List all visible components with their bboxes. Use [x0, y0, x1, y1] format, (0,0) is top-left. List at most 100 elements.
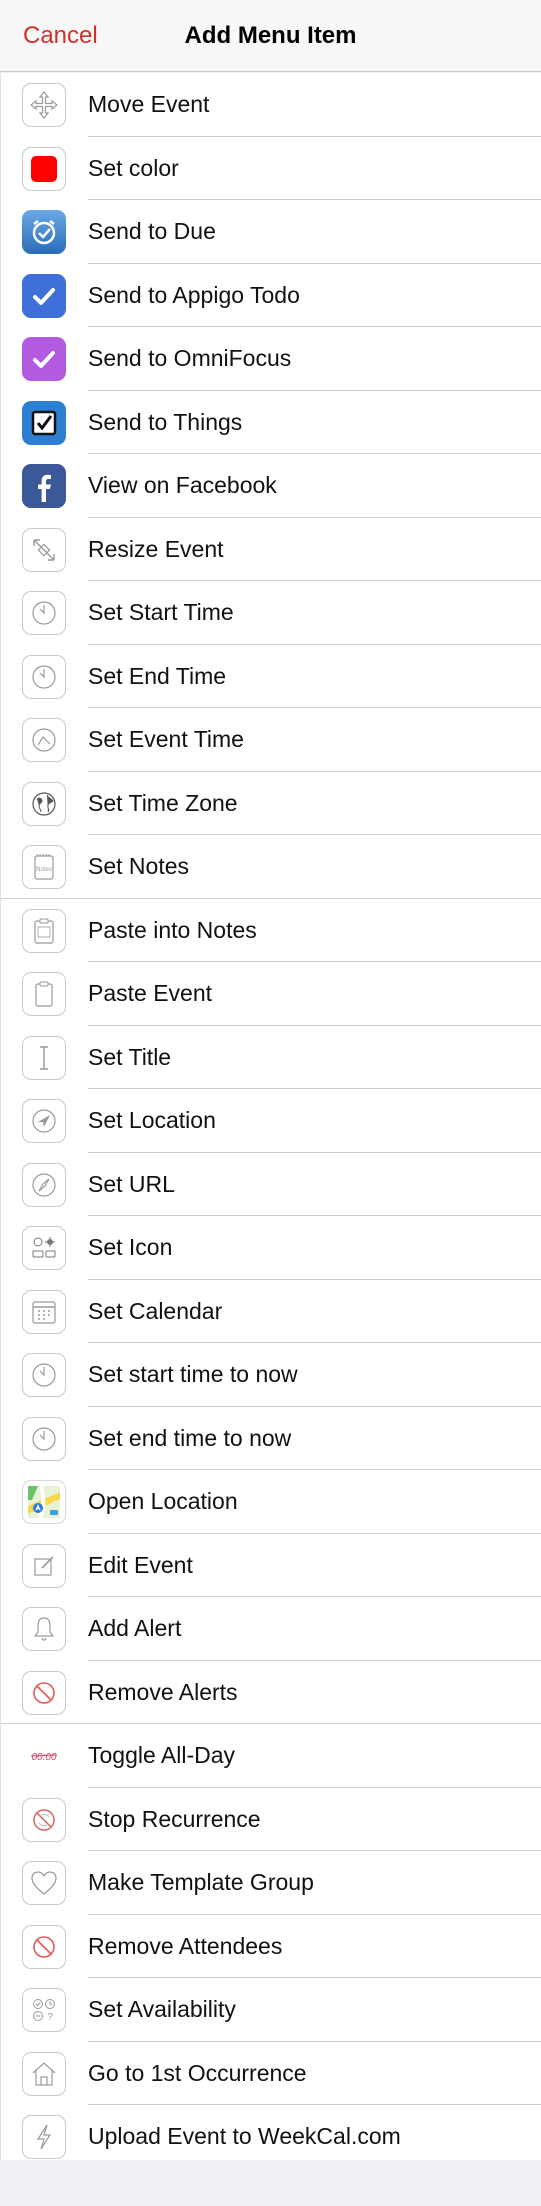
- menu-item-label: Toggle All-Day: [88, 1742, 236, 1768]
- icon-grid-icon: [22, 1226, 66, 1270]
- menu-item-label: Send to Due: [88, 218, 216, 244]
- menu-item-view-on-facebook[interactable]: View on Facebook: [0, 454, 541, 518]
- menu-item-label: View on Facebook: [88, 472, 277, 498]
- clipboard-icon: [22, 972, 66, 1016]
- menu-item-set-start-time-to-now[interactable]: Set start time to now: [0, 1343, 541, 1407]
- appigo-todo-icon: [22, 273, 66, 318]
- list-left-border: [0, 73, 1, 2160]
- menu-item-label: Make Template Group: [88, 1869, 314, 1895]
- menu-item-label: Set Location: [88, 1107, 216, 1133]
- heart-icon: [22, 1861, 66, 1905]
- menu-item-label: Stop Recurrence: [88, 1805, 261, 1832]
- bell-icon: [22, 1607, 66, 1651]
- menu-item-label: Add Alert: [88, 1615, 182, 1641]
- menu-item-label: Set end time to now: [88, 1424, 292, 1451]
- menu-item-set-notes[interactable]: Notes Set Notes: [0, 835, 541, 899]
- menu-item-set-url[interactable]: Set URL: [0, 1153, 541, 1216]
- clock-icon: [22, 654, 66, 699]
- menu-item-label: Upload Event to WeekCal.com: [88, 2123, 401, 2149]
- list-footer: [0, 2160, 541, 2206]
- menu-item-stop-recurrence[interactable]: Stop Recurrence: [0, 1788, 541, 1851]
- menu-item-label: Set Time Zone: [88, 789, 238, 816]
- menu-item-set-color[interactable]: Set color: [0, 137, 541, 200]
- menu-item-label: Paste into Notes: [88, 916, 257, 943]
- prohibited-icon: [22, 1924, 66, 1969]
- maps-app-icon: [22, 1480, 66, 1524]
- navigation-bar: Cancel Add Menu Item: [0, 0, 541, 72]
- menu-item-label: Remove Alerts: [88, 1678, 238, 1705]
- menu-item-send-to-due[interactable]: Send to Due: [0, 200, 541, 264]
- menu-item-label: Set start time to now: [88, 1361, 298, 1387]
- menu-item-make-template-group[interactable]: Make Template Group: [0, 1851, 541, 1915]
- menu-item-label: Set Notes: [88, 853, 189, 879]
- menu-item-label: Set Icon: [88, 1234, 173, 1260]
- menu-item-label: Set color: [88, 154, 179, 181]
- calendar-icon: [22, 1289, 66, 1334]
- resize-icon: [22, 527, 66, 572]
- menu-item-label: Set Calendar: [88, 1297, 223, 1324]
- location-arrow-icon: [22, 1099, 66, 1143]
- svg-text:00:00: 00:00: [31, 1752, 56, 1763]
- menu-item-set-end-time[interactable]: Set End Time: [0, 645, 541, 708]
- clock-icon: [22, 591, 66, 635]
- menu-item-set-calendar[interactable]: Set Calendar: [0, 1280, 541, 1343]
- menu-item-upload-event-to-weekcal-com[interactable]: Upload Event to WeekCal.com: [0, 2105, 541, 2169]
- menu-item-label: Paste Event: [88, 980, 213, 1006]
- menu-item-add-alert[interactable]: Add Alert: [0, 1597, 541, 1661]
- menu-item-label: Set Event Time: [88, 726, 244, 752]
- clock-range-icon: [22, 718, 66, 762]
- menu-item-paste-event[interactable]: Paste Event: [0, 962, 541, 1026]
- menu-item-label: Set Availability: [88, 1996, 236, 2022]
- due-app-icon: [22, 210, 66, 254]
- menu-item-set-availability[interactable]: ? Set Availability: [0, 1978, 541, 2042]
- home-icon: [22, 2051, 66, 2096]
- availability-icon: ?: [22, 1988, 66, 2032]
- menu-item-open-location[interactable]: Open Location: [0, 1470, 541, 1534]
- menu-item-edit-event[interactable]: Edit Event: [0, 1534, 541, 1597]
- svg-text:?: ?: [47, 2012, 53, 2023]
- menu-item-list: Move Event Set color Send to Due Send to Ap…: [0, 73, 541, 2169]
- menu-item-set-title[interactable]: Set Title: [0, 1026, 541, 1089]
- text-cursor-icon: [22, 1035, 66, 1080]
- menu-item-label: Edit Event: [88, 1551, 193, 1578]
- menu-item-label: Open Location: [88, 1488, 238, 1514]
- menu-item-paste-into-notes[interactable]: Paste into Notes: [0, 899, 541, 962]
- things-icon: [22, 400, 66, 445]
- page-title: Add Menu Item: [184, 22, 357, 49]
- notes-icon: Notes: [22, 845, 66, 889]
- menu-item-label: Set Title: [88, 1043, 172, 1070]
- color-swatch-icon: [22, 146, 66, 191]
- menu-item-go-to-1st-occurrence[interactable]: Go to 1st Occurrence: [0, 2042, 541, 2105]
- clock-icon: [22, 1416, 66, 1461]
- menu-item-send-to-omnifocus[interactable]: Send to OmniFocus: [0, 327, 541, 391]
- menu-item-label: Set End Time: [88, 662, 227, 689]
- menu-item-set-start-time[interactable]: Set Start Time: [0, 581, 541, 645]
- menu-item-label: Remove Attendees: [88, 1932, 283, 1959]
- menu-item-label: Resize Event: [88, 535, 224, 562]
- menu-item-set-end-time-to-now[interactable]: Set end time to now: [0, 1407, 541, 1470]
- menu-item-set-time-zone[interactable]: Set Time Zone: [0, 772, 541, 835]
- omnifocus-icon: [22, 337, 66, 381]
- menu-item-set-icon[interactable]: Set Icon: [0, 1216, 541, 1280]
- menu-item-set-location[interactable]: Set Location: [0, 1089, 541, 1153]
- svg-text:Notes: Notes: [36, 867, 52, 873]
- menu-item-move-event[interactable]: Move Event: [0, 73, 541, 137]
- menu-item-label: Send to Appigo Todo: [88, 281, 300, 308]
- menu-item-remove-attendees[interactable]: Remove Attendees: [0, 1915, 541, 1978]
- lightning-icon: [22, 2115, 66, 2159]
- menu-item-toggle-all-day[interactable]: 00:00 Toggle All-Day: [0, 1724, 541, 1788]
- stop-recurrence-icon: [22, 1797, 66, 1842]
- paste-notes-icon: [22, 908, 66, 953]
- menu-item-label: Go to 1st Occurrence: [88, 2059, 307, 2086]
- menu-item-resize-event[interactable]: Resize Event: [0, 518, 541, 581]
- menu-item-label: Send to Things: [88, 408, 243, 435]
- compass-icon: [22, 1162, 66, 1207]
- menu-item-send-to-appigo-todo[interactable]: Send to Appigo Todo: [0, 264, 541, 327]
- menu-item-send-to-things[interactable]: Send to Things: [0, 391, 541, 454]
- prohibited-icon: [22, 1670, 66, 1715]
- move-icon: [22, 83, 66, 127]
- menu-item-label: Set Start Time: [88, 599, 234, 625]
- menu-item-set-event-time[interactable]: Set Event Time: [0, 708, 541, 772]
- menu-item-remove-alerts[interactable]: Remove Alerts: [0, 1661, 541, 1724]
- all-day-toggle-icon: 00:00: [22, 1734, 66, 1778]
